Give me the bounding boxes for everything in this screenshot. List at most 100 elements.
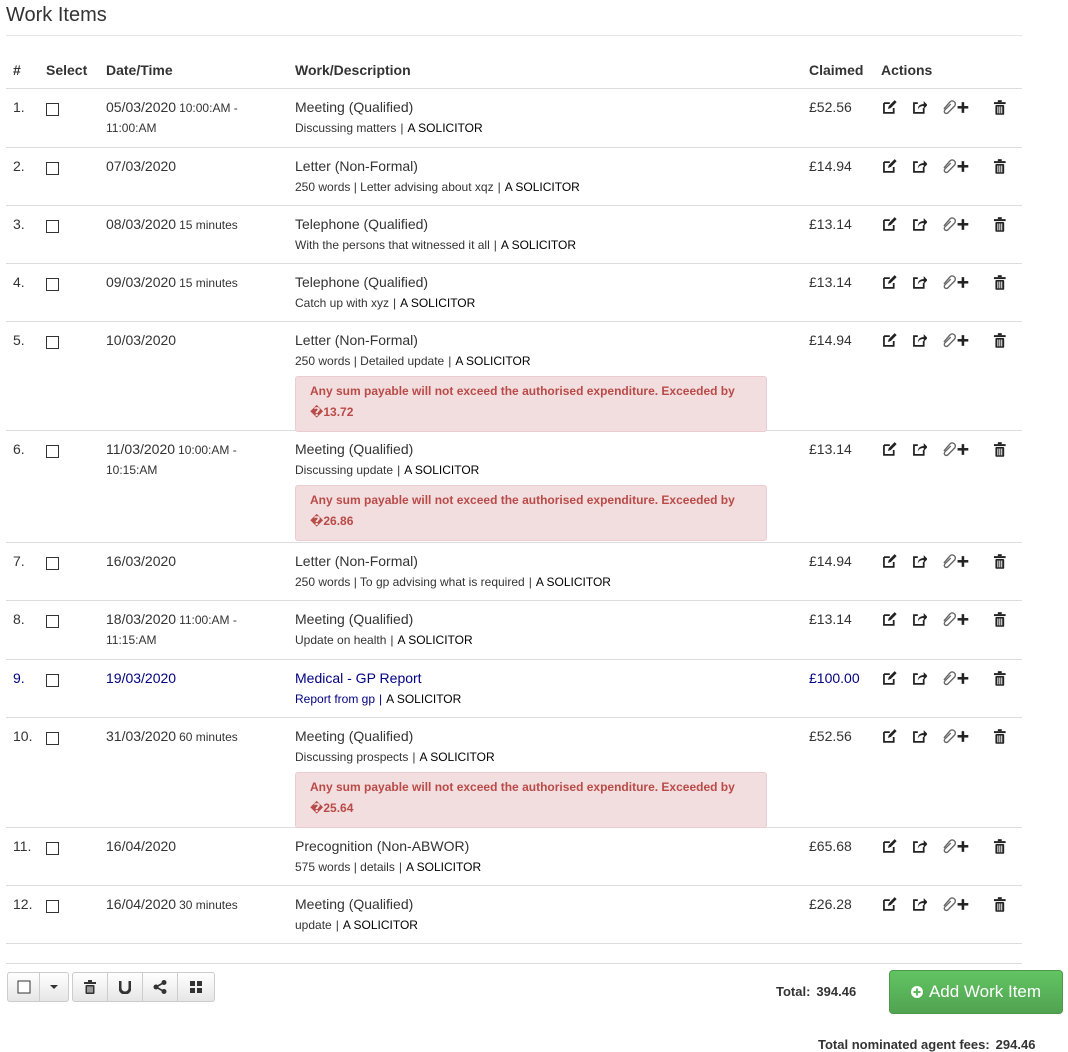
row-work-title: Meeting (Qualified) [295,441,414,457]
row-description: Discussing update | A SOLICITOR [295,463,809,477]
row-work: Telephone (Qualified) With the persons th… [295,206,809,263]
share-icon[interactable] [912,158,928,174]
row-select-checkbox[interactable] [46,162,59,175]
trash-icon[interactable] [992,553,1008,569]
row-description: 250 words | To gp advising what is requi… [295,575,809,589]
share-icon[interactable] [912,670,928,686]
edit-icon[interactable] [882,274,898,290]
row-description: 250 words | Letter advising about xqz | A … [295,180,809,194]
edit-icon[interactable] [882,670,898,686]
attach-add-icon[interactable] [941,441,970,457]
row-description: Discussing prospects | A SOLICITOR [295,750,809,764]
trash-icon[interactable] [992,838,1008,854]
row-claimed: £13.14 [809,441,852,457]
row-fee-earner: A SOLICITOR [455,354,531,368]
attach-add-icon[interactable] [941,553,970,569]
trash-icon[interactable] [992,670,1008,686]
row-desc-text: 575 words | details [295,860,395,874]
row-select-checkbox[interactable] [46,336,59,349]
attach-add-icon[interactable] [941,611,970,627]
row-fee-earner: A SOLICITOR [407,121,483,135]
row-select-checkbox[interactable] [46,220,59,233]
row-number: 2. [13,158,25,174]
row-work: Telephone (Qualified) Catch up with xyz | A… [295,264,809,321]
row-select-checkbox[interactable] [46,732,59,745]
share-icon[interactable] [912,611,928,627]
share-icon[interactable] [912,553,928,569]
attach-add-icon[interactable] [941,332,970,348]
bulk-delete-button[interactable] [73,973,108,1001]
edit-icon[interactable] [882,99,898,115]
edit-icon[interactable] [882,553,898,569]
attach-add-icon[interactable] [941,99,970,115]
row-claimed: £52.56 [809,99,852,115]
trash-icon[interactable] [992,332,1008,348]
trash-icon[interactable] [992,158,1008,174]
share-icon[interactable] [912,216,928,232]
edit-icon[interactable] [882,611,898,627]
attach-add-icon[interactable] [941,670,970,686]
row-datetime: 09/03/2020 15 minutes [106,264,295,321]
row-select-checkbox[interactable] [46,900,59,913]
trash-icon[interactable] [992,216,1008,232]
row-work-title[interactable]: Medical - GP Report [295,670,809,686]
attach-add-icon[interactable] [941,896,970,912]
row-select-checkbox[interactable] [46,278,59,291]
bulk-actions-group [72,972,215,1002]
share-icon[interactable] [912,728,928,744]
trash-icon[interactable] [992,99,1008,115]
row-end-time: 11:00:AM [106,121,157,135]
edit-icon[interactable] [882,838,898,854]
row-work: Letter (Non-Formal) 250 words | Detailed … [295,322,809,432]
edit-icon[interactable] [882,728,898,744]
table-row: 5. 10/03/2020 Letter (Non-Formal) 250 words… [6,322,1022,432]
share-icon[interactable] [912,441,928,457]
trash-icon[interactable] [992,896,1008,912]
share-icon[interactable] [912,896,928,912]
row-select-checkbox[interactable] [46,842,59,855]
trash-icon[interactable] [992,441,1008,457]
share-icon[interactable] [912,99,928,115]
row-work-title: Meeting (Qualified) [295,728,414,744]
edit-icon[interactable] [882,216,898,232]
row-select-checkbox[interactable] [46,103,59,116]
row-date: 08/03/2020 [106,216,177,232]
total-value: 394.46 [816,984,857,999]
attach-add-icon[interactable] [941,158,970,174]
edit-icon[interactable] [882,332,898,348]
trash-icon[interactable] [992,728,1008,744]
attach-add-icon[interactable] [941,728,970,744]
row-number: 12. [13,896,33,912]
row-description: 250 words | Detailed update | A SOLICITOR [295,354,809,368]
share-icon[interactable] [912,838,928,854]
row-select-checkbox[interactable] [46,557,59,570]
trash-icon[interactable] [992,611,1008,627]
row-duration: 30 minutes [179,898,238,912]
row-select-checkbox[interactable] [46,445,59,458]
bulk-share-button[interactable] [143,973,178,1001]
trash-icon[interactable] [992,274,1008,290]
select-dropdown-button[interactable] [40,973,68,1001]
select-all-checkbox[interactable] [8,973,40,1001]
bulk-merge-button[interactable] [108,973,143,1001]
row-description: Discussing matters | A SOLICITOR [295,121,809,135]
share-icon[interactable] [912,274,928,290]
row-claimed: £26.28 [809,896,852,912]
share-icon[interactable] [912,332,928,348]
edit-icon[interactable] [882,158,898,174]
row-select-checkbox[interactable] [46,674,59,687]
bulk-grid-button[interactable] [178,973,214,1001]
row-number: 8. [13,611,25,627]
add-work-item-button[interactable]: Add Work Item [889,970,1063,1014]
row-date: 16/04/2020 [106,896,177,912]
edit-icon[interactable] [882,441,898,457]
row-claimed: £100.00 [809,670,860,686]
row-separator: | [528,575,532,589]
table-row: 9. 19/03/2020 Medical - GP Report Report fr… [6,660,1022,718]
row-select-checkbox[interactable] [46,615,59,628]
edit-icon[interactable] [882,896,898,912]
attach-add-icon[interactable] [941,838,970,854]
attach-add-icon[interactable] [941,274,970,290]
row-duration: 10:00:AM - [179,101,238,115]
attach-add-icon[interactable] [941,216,970,232]
